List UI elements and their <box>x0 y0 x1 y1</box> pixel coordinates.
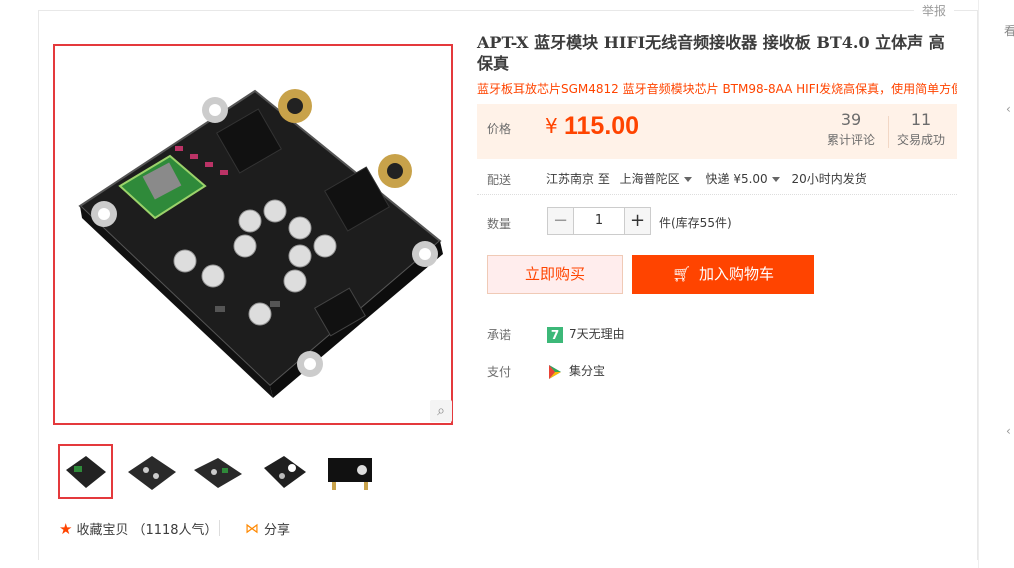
favorite-label: 收藏宝贝 <box>76 523 129 538</box>
thumbnail-5[interactable] <box>322 444 377 499</box>
decrease-button[interactable]: − <box>547 207 574 235</box>
stock-text: 件(库存55件) <box>659 216 732 230</box>
ship-method-select[interactable]: 快递 ¥5.00 <box>706 172 786 186</box>
cart-icon: 🛒︎ <box>671 265 692 283</box>
thumbnail-2[interactable] <box>124 444 179 499</box>
delivery-divider <box>477 194 957 195</box>
thumbnail-3[interactable] <box>190 444 245 499</box>
rail-arrow-left-icon[interactable]: ‹ <box>1006 102 1011 116</box>
ship-to: 上海普陀区 <box>619 172 680 186</box>
thumbnail-4[interactable] <box>256 444 311 499</box>
thumbnail-2-image <box>127 455 176 490</box>
rail-label: 看 <box>1004 24 1014 38</box>
thumbnail-5-image <box>327 457 372 490</box>
rail-arrow-left-icon-2[interactable]: ‹ <box>1006 424 1011 438</box>
quantity-label: 数量 <box>487 217 512 231</box>
share-label: 分享 <box>264 523 291 538</box>
payment-label: 支付 <box>487 365 512 379</box>
ship-time: 20小时内发货 <box>791 172 867 186</box>
right-rail <box>978 0 1014 568</box>
delivery-info: 江苏南京 至 上海普陀区 快递 ¥5.00 20小时内发货 <box>546 170 867 187</box>
add-to-cart-button[interactable]: 🛒︎ 加入购物车 <box>632 255 814 294</box>
ship-from: 江苏南京 至 <box>546 172 610 186</box>
delivery-label: 配送 <box>487 173 512 187</box>
price-value: 115.00 <box>564 112 640 140</box>
main-product-image[interactable] <box>53 44 453 425</box>
promise-item[interactable]: 7 7天无理由 <box>547 325 625 343</box>
payment-item[interactable]: 集分宝 <box>547 362 605 380</box>
ship-to-select[interactable]: 上海普陀区 <box>620 172 698 186</box>
payment-text: 集分宝 <box>569 364 606 378</box>
zoom-icon[interactable]: ⌕ <box>430 400 452 422</box>
circuit-board-illustration <box>78 89 443 398</box>
report-link[interactable]: 举报 <box>914 2 954 20</box>
social-divider <box>219 520 220 536</box>
share-button[interactable]: ⋈ 分享 <box>245 519 291 539</box>
chevron-down-icon <box>683 177 692 182</box>
product-subtitle: 蓝牙板耳放芯片SGM4812 蓝牙音频模块芯片 BTM98-8AA HIFI发烧… <box>477 82 957 96</box>
quantity-stepper: − 1 + <box>547 207 651 235</box>
thumbnail-4-image <box>263 455 306 488</box>
promise-label: 承诺 <box>487 328 512 342</box>
favorite-count: （1118人气） <box>132 523 218 538</box>
sales-count: 11 <box>910 110 932 129</box>
thumbnail-1[interactable] <box>58 444 113 499</box>
reviews-label: 累计评论 <box>827 133 876 147</box>
add-to-cart-label: 加入购物车 <box>699 265 775 283</box>
promise-text: 7天无理由 <box>569 327 625 341</box>
reviews-count: 39 <box>840 110 862 129</box>
stat-divider <box>888 116 889 148</box>
sales-stat: 11 交易成功 <box>897 110 945 148</box>
sales-label: 交易成功 <box>897 133 946 147</box>
reviews-stat[interactable]: 39 累计评论 <box>827 110 875 148</box>
favorite-button[interactable]: ★ 收藏宝贝 （1118人气） <box>59 519 218 539</box>
quantity-input[interactable]: 1 <box>574 207 624 235</box>
seven-day-icon: 7 <box>547 326 563 343</box>
thumbnail-3-image <box>193 457 242 488</box>
jifenbao-icon <box>549 364 561 379</box>
ship-method: 快递 ¥5.00 <box>705 172 768 186</box>
price-panel: 价格 ¥ 115.00 39 累计评论 11 交易成功 <box>477 104 957 159</box>
star-icon: ★ <box>59 519 73 538</box>
currency-symbol: ¥ <box>545 114 558 138</box>
thumbnail-strip <box>58 444 377 499</box>
buy-now-button[interactable]: 立即购买 <box>487 255 623 294</box>
increase-button[interactable]: + <box>624 207 651 235</box>
thumbnail-1-image <box>65 455 106 488</box>
product-title: APT-X 蓝牙模块 HIFI无线音频接收器 接收板 BT4.0 立体声 高保真 <box>477 33 945 73</box>
price-label: 价格 <box>487 122 512 136</box>
share-icon: ⋈ <box>245 520 259 537</box>
chevron-down-icon <box>771 177 780 182</box>
